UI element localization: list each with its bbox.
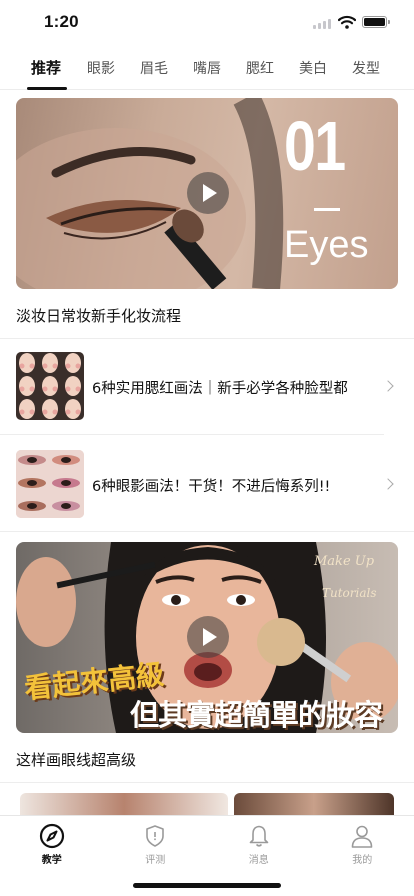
battery-icon	[362, 16, 387, 28]
blush-thumbnail[interactable]	[16, 352, 84, 420]
overlay-word: Eyes	[284, 224, 369, 266]
status-time: 1:20	[44, 12, 79, 31]
tab-whitening[interactable]: 美白	[299, 58, 327, 78]
play-icon[interactable]	[187, 616, 229, 658]
tabbar-review[interactable]: 评测	[104, 816, 208, 872]
next-card-thumbnail[interactable]	[20, 793, 228, 815]
tabbar-label: 消息	[248, 855, 269, 866]
tabbar-label: 教学	[41, 855, 62, 866]
tabbar-label: 我的	[352, 855, 373, 866]
row-title[interactable]: 6种眼影画法！干货！不进后悔系列!!	[92, 475, 330, 496]
overlay-number: 01	[284, 107, 346, 185]
tab-eyeshadow[interactable]: 眼影	[87, 58, 115, 78]
category-tabs: 推荐 眼影 眉毛 嘴唇 腮红 美白 发型	[0, 44, 414, 90]
person-icon	[351, 825, 373, 848]
shield-icon	[146, 825, 165, 847]
video-title[interactable]: 这样画眼线超高级	[16, 749, 136, 770]
overlay-dash	[314, 208, 340, 211]
overlay-script-text: Tutorials	[322, 586, 377, 600]
tabbar-profile[interactable]: 我的	[311, 816, 414, 872]
row-title[interactable]: 6种实用腮红画法｜新手必学各种脸型都	[92, 377, 348, 398]
wifi-icon	[338, 15, 356, 29]
tabbar-label: 评测	[145, 855, 166, 866]
overlay-script-text: Make Up	[314, 554, 375, 569]
play-icon[interactable]	[187, 172, 229, 214]
cellular-signal-icon	[313, 19, 333, 29]
status-bar: 1:20	[0, 0, 414, 44]
next-card-thumbnail[interactable]	[234, 793, 394, 815]
eyeshadow-thumbnail[interactable]	[16, 450, 84, 518]
eyeshadow-eyes-image	[16, 450, 84, 518]
video-thumbnail-eyeliner[interactable]: Make Up Tutorials 看起來高級 但其實超簡單的妝容	[16, 542, 398, 733]
tab-lips[interactable]: 嘴唇	[193, 58, 221, 78]
compass-icon	[39, 823, 64, 849]
tabbar-messages[interactable]: 消息	[207, 816, 311, 872]
active-tab-indicator	[27, 87, 67, 90]
tab-eyebrow[interactable]: 眉毛	[140, 58, 168, 78]
video-thumbnail-eyes[interactable]: 01 Eyes	[16, 98, 398, 289]
overlay-banner: 但其實超簡單的妝容	[130, 698, 383, 732]
blush-faces-image	[16, 352, 84, 420]
video-title[interactable]: 淡妆日常妆新手化妆流程	[16, 305, 181, 326]
home-indicator	[133, 883, 281, 888]
tabbar-teaching[interactable]: 教学	[0, 816, 104, 872]
bell-icon	[249, 825, 269, 847]
chevron-right-icon	[382, 380, 394, 392]
tab-blush[interactable]: 腮红	[246, 58, 274, 78]
tab-recommend[interactable]: 推荐	[31, 57, 61, 78]
chevron-right-icon	[382, 478, 394, 490]
tab-hairstyle[interactable]: 发型	[352, 58, 380, 78]
